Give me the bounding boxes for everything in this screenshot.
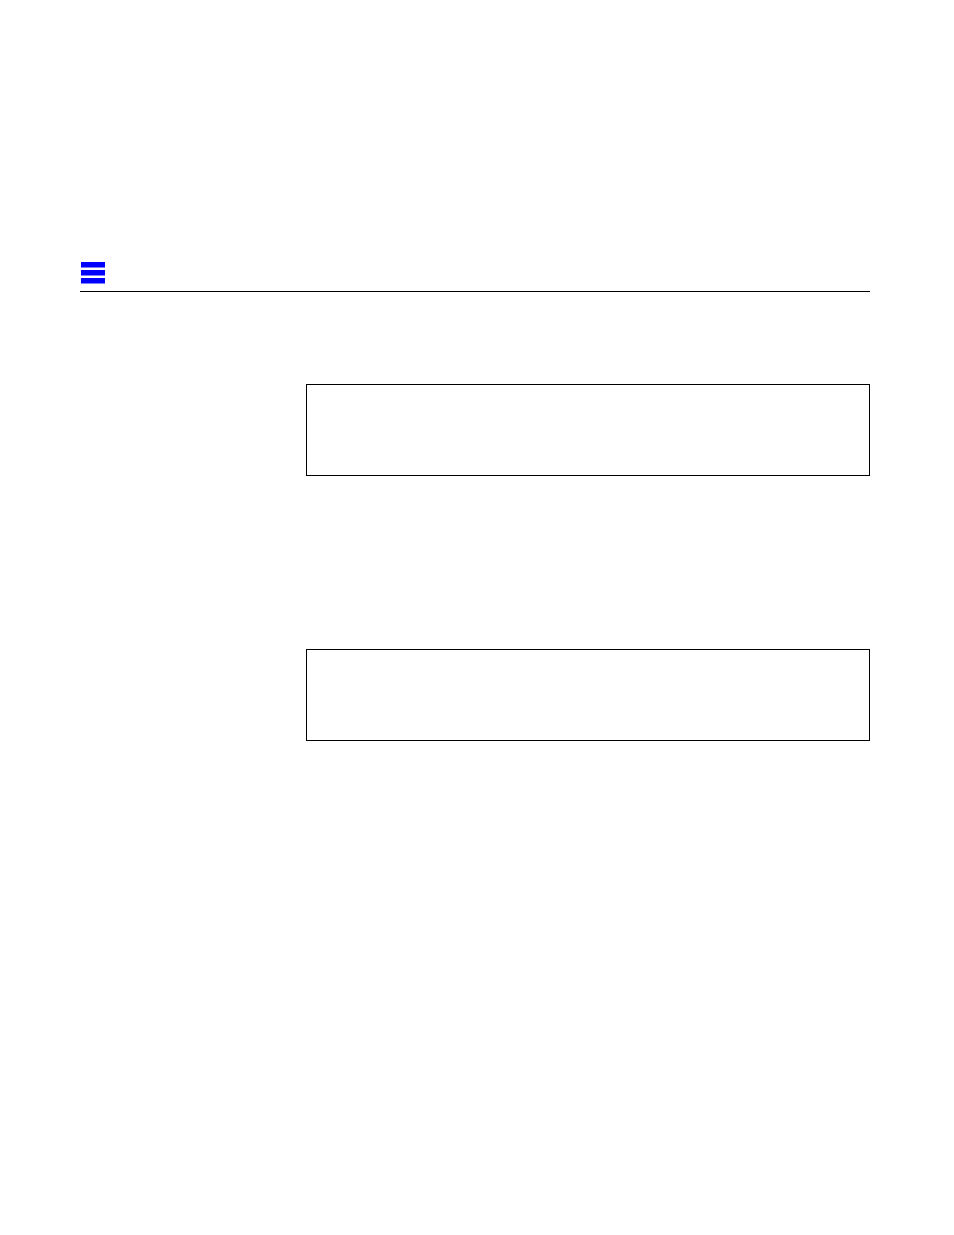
content-box-1 (306, 384, 870, 476)
content-box-2 (306, 649, 870, 741)
document-page (0, 0, 954, 1235)
header-divider (80, 291, 870, 292)
menu-icon (80, 260, 106, 286)
